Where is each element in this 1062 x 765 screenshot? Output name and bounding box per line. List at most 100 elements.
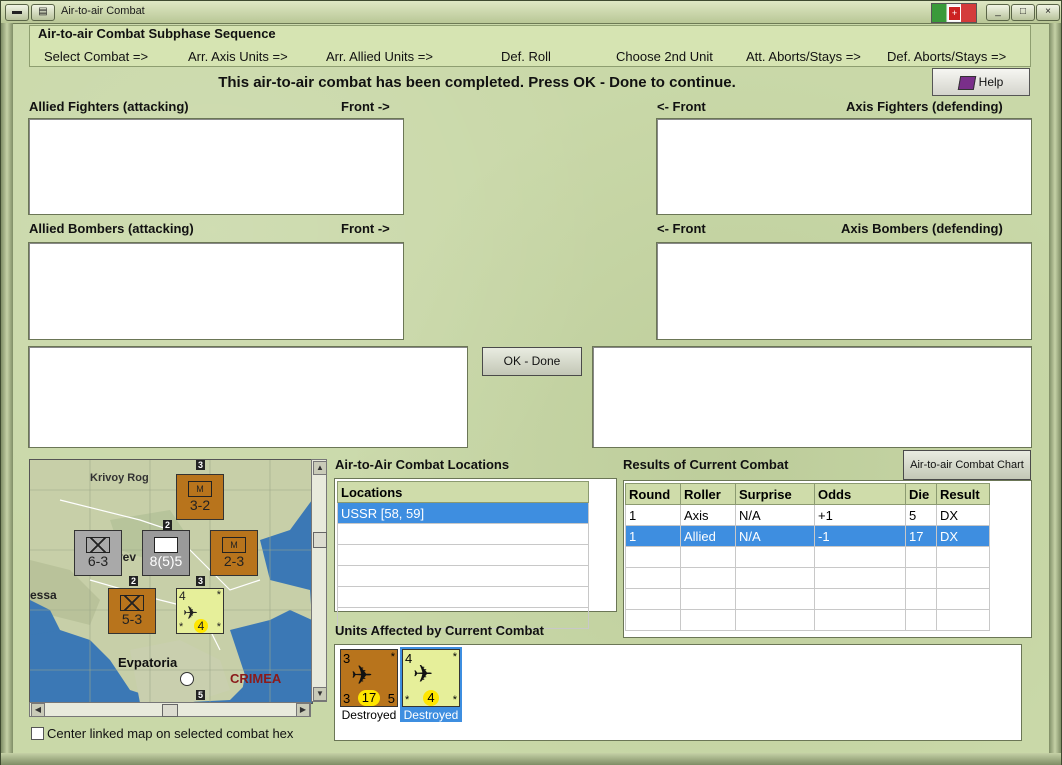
counter-fighter[interactable]: 4 * ✈ * 4 *	[176, 588, 224, 634]
location-row[interactable]: USSR [58, 59]	[337, 502, 589, 524]
front-right-label-2: Front ->	[341, 221, 390, 236]
italy-flag-icon: +	[931, 3, 977, 23]
location-row[interactable]	[337, 586, 589, 608]
mech-icon: M	[222, 537, 246, 553]
infantry-icon	[120, 595, 144, 611]
affected-unit-fighter[interactable]: 4 * ✈ * 4 *	[400, 647, 462, 709]
location-row[interactable]	[337, 544, 589, 566]
left-frame	[1, 23, 13, 765]
axis-bombers-label: Axis Bombers (defending)	[841, 221, 1003, 236]
minimize-button[interactable]: _	[986, 4, 1010, 21]
result-row[interactable]	[625, 588, 990, 610]
result-row[interactable]	[625, 546, 990, 568]
front-left-label-2: <- Front	[657, 221, 706, 236]
result-row[interactable]: 1 Axis N/A +1 5 DX	[625, 504, 990, 526]
air-star: *	[179, 621, 184, 633]
counter-value: 8(5)5	[149, 553, 183, 569]
map-vertical-scrollbar[interactable]: ▲ ▼	[311, 459, 327, 702]
restore-button[interactable]: ▤	[31, 4, 55, 21]
air-attack: 4	[179, 589, 186, 603]
place-krivoy-rog: Krivoy Rog	[90, 472, 149, 484]
stack-count: 2	[163, 520, 173, 530]
stack-count: 3	[196, 460, 206, 470]
unit-status: Destroyed	[400, 708, 462, 722]
result-row[interactable]: 1 Allied N/A -1 17 DX	[625, 525, 990, 547]
maximize-button[interactable]: □	[1011, 4, 1035, 21]
counter-value: 2-3	[223, 553, 245, 569]
subphase-sequence: Air-to-air Combat Subphase Sequence Sele…	[29, 25, 1031, 67]
result-row[interactable]	[625, 567, 990, 589]
help-label: Help	[978, 75, 1004, 89]
status-message: This air-to-air combat has been complete…	[218, 74, 736, 91]
allied-bombers-label: Allied Bombers (attacking)	[29, 221, 194, 236]
counter-value: 5-3	[121, 611, 143, 627]
affected-title: Units Affected by Current Combat	[335, 623, 544, 638]
results-title: Results of Current Combat	[623, 457, 789, 472]
sequence-title: Air-to-air Combat Subphase Sequence	[36, 26, 278, 41]
col-result[interactable]: Result	[936, 483, 990, 505]
linked-map[interactable]: Krivoy Rog yev essa Evpatoria CRIMEA M 3…	[29, 459, 313, 704]
system-menu-button[interactable]: ▬	[5, 4, 29, 21]
stack-count: 5	[196, 690, 206, 700]
unit-status: Destroyed	[341, 708, 397, 722]
air-star: *	[216, 589, 221, 601]
counter-5-3[interactable]: 5-3	[108, 588, 156, 634]
front-left-label: <- Front	[657, 99, 706, 114]
combat-chart-button[interactable]: Air-to-air Combat Chart	[903, 450, 1031, 480]
step-att-aborts: Att. Aborts/Stays =>	[746, 49, 861, 64]
counter-8-5-5[interactable]: 8(5)5	[142, 530, 190, 576]
window-title: Air-to-air Combat	[61, 5, 145, 17]
stack-count: 2	[129, 576, 139, 586]
scroll-left-arrow[interactable]: ◀	[31, 703, 45, 717]
front-right-label: Front ->	[341, 99, 390, 114]
map-horizontal-scrollbar[interactable]: ◀ ▶	[29, 702, 311, 717]
col-round[interactable]: Round	[625, 483, 681, 505]
result-row[interactable]	[625, 609, 990, 631]
mech-icon: M	[188, 481, 212, 497]
help-button[interactable]: Help	[932, 68, 1030, 96]
axis-fighters-panel[interactable]	[656, 118, 1032, 215]
air-combat-window: ▬ ▤ Air-to-air Combat + _ □ × Air-to-air…	[0, 0, 1062, 765]
scroll-down-arrow[interactable]: ▼	[313, 687, 327, 701]
close-button[interactable]: ×	[1036, 4, 1060, 21]
air-star: *	[216, 621, 221, 633]
affected-unit-bomber[interactable]: 3 * ✈ 3 17 5	[340, 649, 398, 707]
air-defense: 4	[194, 619, 208, 633]
col-die[interactable]: Die	[905, 483, 937, 505]
counter-3-2[interactable]: M 3-2	[176, 474, 224, 520]
location-row[interactable]	[337, 523, 589, 545]
scroll-up-arrow[interactable]: ▲	[313, 461, 327, 475]
hscroll-thumb[interactable]	[162, 704, 178, 717]
locations-title: Air-to-Air Combat Locations	[335, 457, 510, 472]
step-arr-axis: Arr. Axis Units =>	[188, 49, 288, 64]
step-def-aborts: Def. Aborts/Stays =>	[887, 49, 1007, 64]
place-evpatoria: Evpatoria	[118, 655, 178, 670]
ok-done-button[interactable]: OK - Done	[482, 347, 582, 376]
locations-header[interactable]: Locations	[337, 481, 589, 503]
vscroll-thumb[interactable]	[313, 532, 327, 548]
step-def-roll: Def. Roll	[501, 49, 551, 64]
center-map-checkbox[interactable]	[31, 727, 44, 740]
step-select-combat: Select Combat =>	[44, 49, 149, 64]
counter-2-3[interactable]: M 2-3	[210, 530, 258, 576]
counter-6-3[interactable]: 6-3	[74, 530, 122, 576]
location-row[interactable]	[337, 565, 589, 587]
infantry-icon	[86, 537, 110, 553]
col-roller[interactable]: Roller	[680, 483, 736, 505]
col-odds[interactable]: Odds	[814, 483, 906, 505]
axis-bombers-panel[interactable]	[656, 242, 1032, 340]
place-essa: essa	[30, 588, 57, 602]
axis-info-panel	[592, 346, 1032, 448]
locations-list[interactable]: Locations USSR [58, 59]	[334, 478, 617, 629]
allied-bombers-panel[interactable]	[28, 242, 404, 340]
scroll-right-arrow[interactable]: ▶	[296, 703, 310, 717]
step-choose-2nd: Choose 2nd Unit	[616, 49, 713, 64]
affected-units-panel: 3 * ✈ 3 17 5 Destroyed 4 * ✈ * 4 * Destr…	[334, 644, 1022, 741]
col-surprise[interactable]: Surprise	[735, 483, 815, 505]
allied-info-panel	[28, 346, 468, 448]
counter-value: 3-2	[189, 497, 211, 513]
bottom-frame	[1, 753, 1061, 765]
results-table[interactable]: Round Roller Surprise Odds Die Result 1A…	[623, 480, 1032, 638]
allied-fighters-panel[interactable]	[28, 118, 404, 215]
step-arr-allied: Arr. Allied Units =>	[326, 49, 433, 64]
